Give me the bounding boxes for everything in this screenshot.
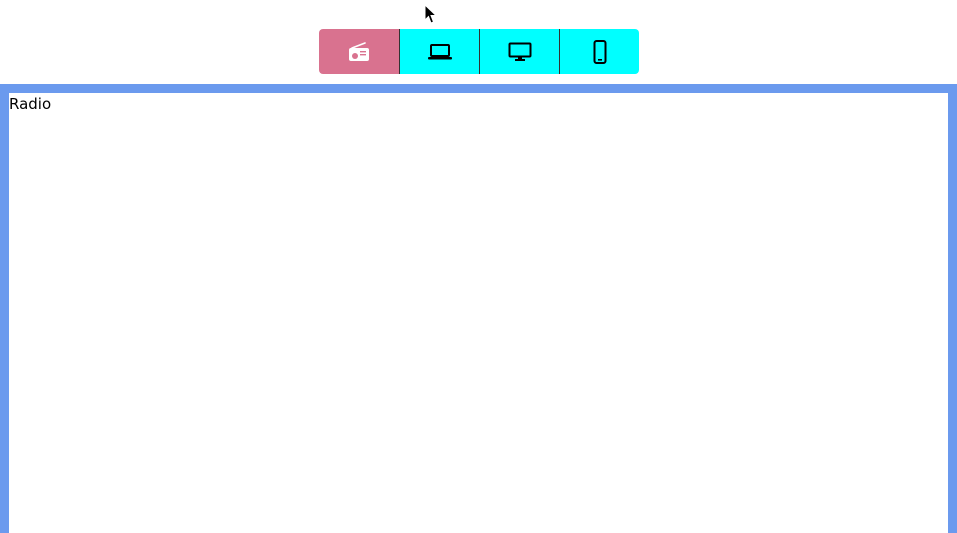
panel-content-text: Radio	[9, 95, 52, 113]
content-panel: Radio	[0, 84, 957, 533]
tab-laptop[interactable]	[399, 29, 479, 74]
radio-icon	[349, 41, 369, 61]
laptop-icon	[427, 43, 452, 59]
mobile-phone-icon	[593, 39, 606, 64]
device-tab-bar	[319, 29, 639, 74]
tab-radio[interactable]	[319, 29, 399, 74]
tab-mobile[interactable]	[559, 29, 639, 74]
mouse-cursor-icon	[424, 4, 438, 24]
tab-desktop[interactable]	[479, 29, 559, 74]
desktop-monitor-icon	[508, 42, 531, 61]
